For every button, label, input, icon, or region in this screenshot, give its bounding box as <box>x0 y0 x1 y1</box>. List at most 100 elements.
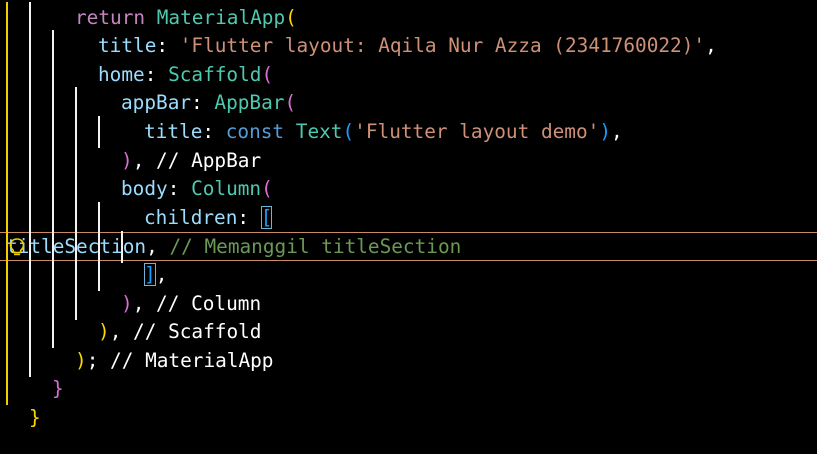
code-text: } <box>29 404 41 433</box>
code-token: home <box>98 62 145 86</box>
code-text: title: 'Flutter layout: Aqila Nur Azza (… <box>98 32 717 61</box>
indent-guide <box>6 58 8 91</box>
code-line[interactable]: title: 'Flutter layout: Aqila Nur Azza (… <box>0 30 817 63</box>
indent-guide <box>75 287 77 320</box>
code-editor[interactable]: return MaterialApp(title: 'Flutter layou… <box>0 0 817 454</box>
code-text: title: const Text('Flutter layout demo')… <box>144 118 623 147</box>
current-code-line[interactable]: titleSection, // Memanggil titleSection <box>0 231 817 264</box>
code-token: ( <box>261 62 274 86</box>
code-token: ) <box>121 148 133 172</box>
matched-bracket: [ <box>260 205 273 229</box>
code-token: ) <box>98 320 110 344</box>
indent-guide <box>75 201 77 234</box>
code-line[interactable]: home: Scaffold( <box>0 58 817 91</box>
code-line[interactable]: body: Column( <box>0 173 817 206</box>
code-line[interactable]: ), // Scaffold <box>0 316 817 349</box>
indent-guide <box>29 115 31 148</box>
code-token: , <box>155 262 168 286</box>
code-token: // Memanggil titleSection <box>169 235 462 259</box>
code-line[interactable]: ); // MaterialApp <box>0 344 817 377</box>
indent-guide <box>98 115 100 148</box>
indent-guide <box>29 87 31 120</box>
code-text: body: Column( <box>121 175 273 204</box>
code-token: : <box>202 119 226 143</box>
code-token: ( <box>261 177 273 201</box>
indent-guide <box>52 287 54 320</box>
indent-guide <box>6 144 8 177</box>
code-token: ) <box>121 291 133 315</box>
indent-guide <box>98 258 100 291</box>
indent-guide <box>29 173 31 206</box>
code-token: } <box>52 377 64 401</box>
indent-guide <box>98 201 100 234</box>
matched-bracket: ] <box>144 262 156 286</box>
code-text: ), // Column <box>121 290 261 319</box>
indent-guide <box>6 201 8 234</box>
code-token: , <box>146 235 170 259</box>
indent-guide <box>6 344 8 377</box>
code-line[interactable]: return MaterialApp( <box>0 1 817 34</box>
code-line[interactable]: ), // AppBar <box>0 144 817 177</box>
indent-guide <box>6 115 8 148</box>
indent-guide <box>29 30 31 63</box>
code-token: 'Flutter layout: Aqila Nur Azza (2341760… <box>179 34 706 58</box>
code-token: : <box>191 91 215 115</box>
code-token: const <box>225 119 296 143</box>
indent-guide <box>52 115 54 148</box>
code-text: ); // MaterialApp <box>75 347 274 376</box>
indent-guide <box>6 316 8 349</box>
code-token: title <box>98 34 157 58</box>
indent-guide <box>52 30 54 63</box>
code-line[interactable]: appBar: AppBar( <box>0 87 817 120</box>
code-token: ( <box>284 91 297 115</box>
code-line[interactable]: } <box>0 404 817 433</box>
indent-guide <box>6 287 8 320</box>
indent-guide <box>29 201 31 234</box>
indent-guide <box>52 316 54 349</box>
indent-guide <box>75 258 77 291</box>
indent-guide <box>29 144 31 177</box>
indent-guide <box>75 144 77 177</box>
indent-guide <box>29 1 31 34</box>
code-token: : <box>156 34 180 58</box>
indent-guide <box>29 58 31 91</box>
code-line[interactable]: children: [ <box>0 201 817 234</box>
indent-guide <box>6 87 8 120</box>
indent-guide <box>52 201 54 234</box>
indent-guide <box>29 258 31 291</box>
code-token: ; <box>86 348 111 372</box>
code-token: : <box>237 205 261 229</box>
code-token: // AppBar <box>156 148 262 172</box>
code-token: Text <box>295 119 343 143</box>
code-text: ), // Scaffold <box>98 318 261 347</box>
code-token: titleSection <box>6 235 147 259</box>
code-text: appBar: AppBar( <box>121 89 296 118</box>
code-token: 'Flutter layout demo' <box>354 119 600 143</box>
indent-guide <box>52 58 54 91</box>
code-text: home: Scaffold( <box>98 61 273 90</box>
code-line[interactable]: ], <box>0 258 817 291</box>
indent-guide <box>6 173 8 206</box>
indent-guide <box>6 258 8 291</box>
lightbulb-icon[interactable] <box>7 237 27 257</box>
code-token: return <box>75 5 157 29</box>
code-text: } <box>52 375 64 404</box>
code-token: , <box>132 148 157 172</box>
code-line[interactable]: title: const Text('Flutter layout demo')… <box>0 115 817 148</box>
code-token: ) <box>599 119 612 143</box>
code-line[interactable]: } <box>0 373 817 406</box>
code-text: ), // AppBar <box>121 147 261 176</box>
code-token: } <box>29 405 41 429</box>
code-token: title <box>144 119 203 143</box>
code-token: // Column <box>156 291 262 315</box>
code-token: ) <box>75 348 87 372</box>
indent-guide <box>52 87 54 120</box>
code-token: : <box>167 177 192 201</box>
indent-guide <box>29 344 31 377</box>
code-token: , <box>132 291 157 315</box>
indent-guide <box>29 316 31 349</box>
code-token: // MaterialApp <box>110 348 274 372</box>
code-text: titleSection, // Memanggil titleSection <box>6 233 461 262</box>
indent-guide <box>29 287 31 320</box>
code-line[interactable]: ), // Column <box>0 287 817 320</box>
